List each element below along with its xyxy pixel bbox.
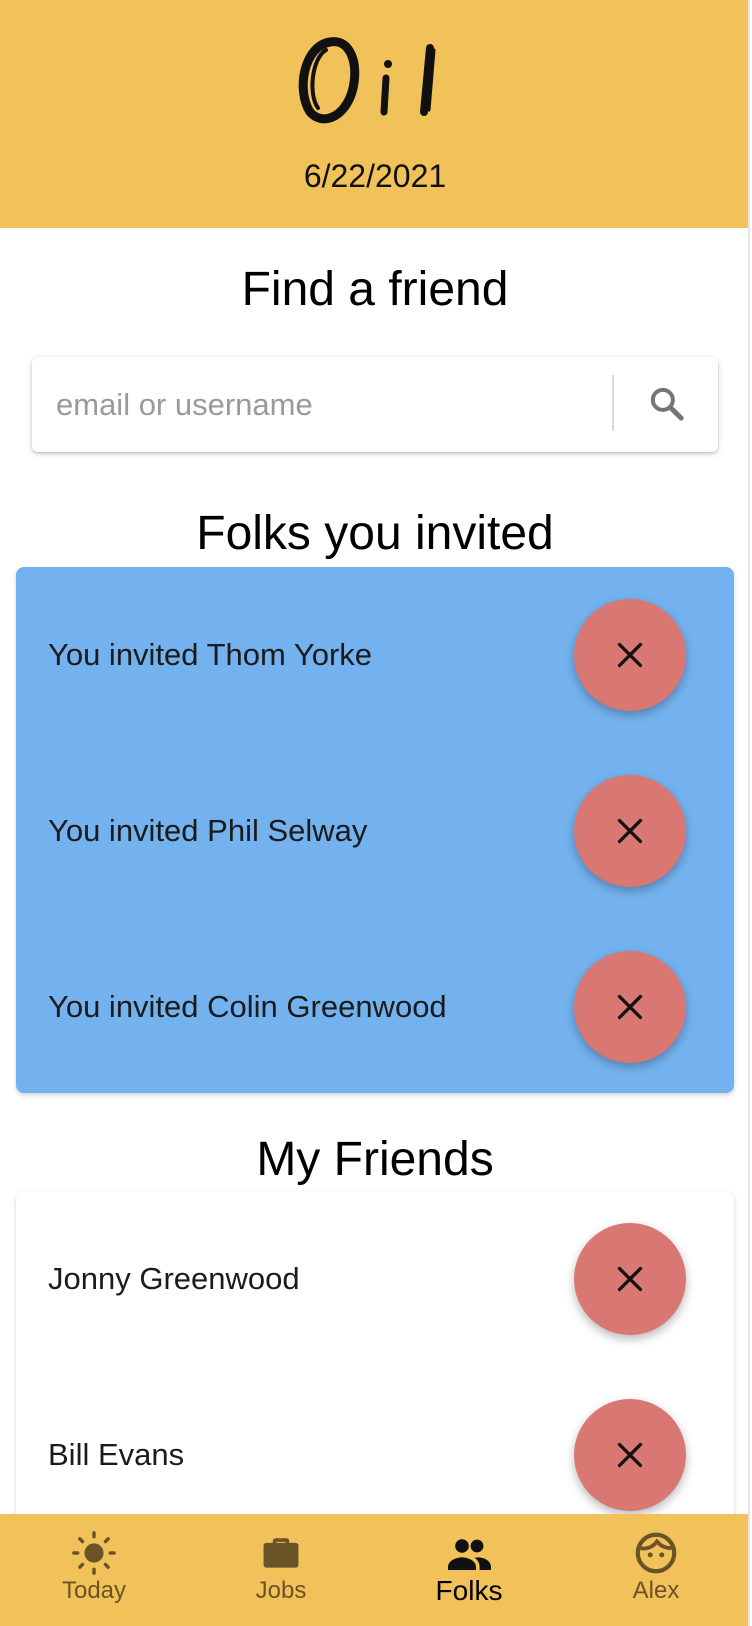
invited-item: You invited Colin Greenwood — [16, 919, 734, 1093]
cancel-invite-button[interactable] — [574, 775, 686, 887]
close-icon — [617, 818, 643, 844]
nav-item-jobs[interactable]: Jobs — [206, 1514, 356, 1626]
friend-item-label: Jonny Greenwood — [48, 1261, 300, 1296]
remove-friend-button[interactable] — [574, 1223, 686, 1335]
sun-icon — [72, 1531, 116, 1575]
invited-item: You invited Thom Yorke — [16, 567, 734, 743]
invited-item-label: You invited Thom Yorke — [48, 637, 373, 672]
find-friend-title: Find a friend — [241, 263, 509, 316]
nav-item-today[interactable]: Today — [19, 1514, 169, 1626]
header-date: 6/22/2021 — [303, 158, 447, 194]
nav-label-alex: Alex — [632, 1577, 680, 1604]
invited-item: You invited Phil Selway — [16, 743, 734, 919]
nav-item-alex[interactable]: Alex — [581, 1514, 731, 1626]
invited-list: You invited Thom Yorke You invited Phil … — [16, 567, 734, 1093]
friends-title: My Friends — [256, 1133, 494, 1186]
people-icon — [448, 1539, 491, 1570]
nav-label-folks: Folks — [435, 1575, 503, 1606]
friend-search-box — [32, 357, 718, 452]
app-screen: 6/22/2021 Find a friend Folks you invite… — [0, 0, 750, 1626]
face-icon — [635, 1532, 677, 1574]
search-button[interactable] — [634, 371, 700, 437]
search-icon — [650, 387, 684, 421]
page-edge — [748, 0, 750, 1626]
cancel-invite-button[interactable] — [574, 599, 686, 711]
close-icon — [617, 642, 643, 668]
app-header: 6/22/2021 — [0, 0, 750, 228]
app-logo — [0, 20, 750, 130]
bottom-nav: Today Jobs Folks Alex — [0, 1514, 750, 1626]
invited-item-label: You invited Phil Selway — [48, 813, 368, 848]
cancel-invite-button[interactable] — [574, 951, 686, 1063]
close-icon — [617, 994, 643, 1020]
friend-search-input[interactable] — [56, 357, 616, 452]
nav-item-folks[interactable]: Folks — [394, 1514, 544, 1626]
search-divider — [612, 375, 614, 431]
invited-title: Folks you invited — [196, 507, 554, 560]
remove-friend-button[interactable] — [574, 1399, 686, 1511]
friend-item: Jonny Greenwood — [16, 1191, 734, 1367]
invited-item-label: You invited Colin Greenwood — [48, 989, 447, 1024]
nav-label-today: Today — [61, 1577, 127, 1604]
nav-label-jobs: Jobs — [255, 1577, 307, 1604]
close-icon — [617, 1266, 643, 1292]
close-icon — [617, 1442, 643, 1468]
briefcase-icon — [263, 1538, 299, 1568]
